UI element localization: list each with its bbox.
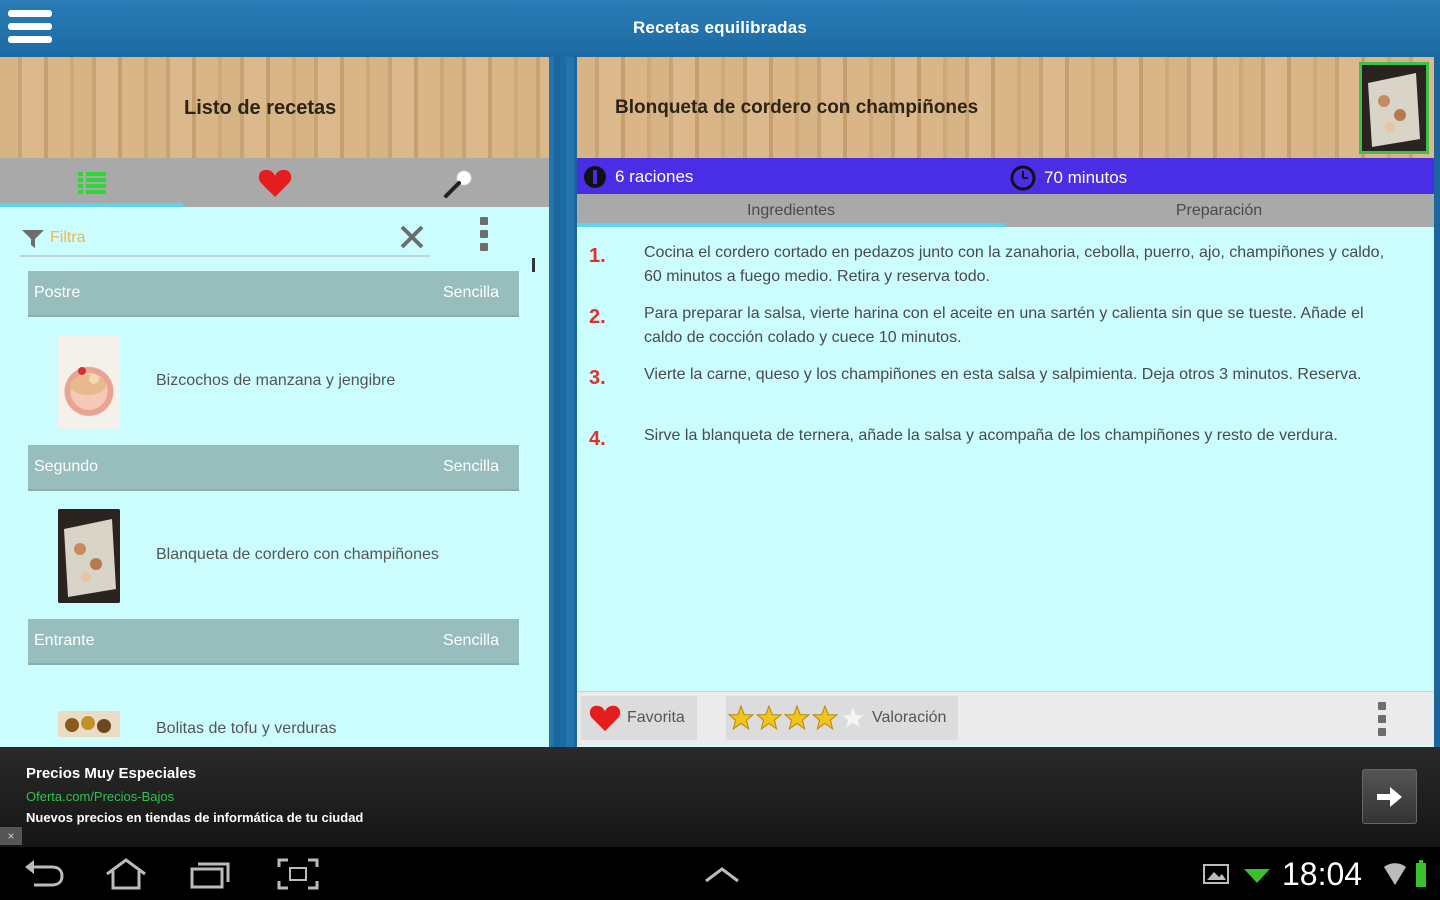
rating-label: Valoración [872, 709, 947, 726]
recipe-thumbnail [58, 711, 120, 737]
step-number: 3. [589, 367, 606, 389]
step-number: 2. [589, 306, 606, 328]
detail-action-bar: Favorita Valoración [577, 691, 1434, 745]
step-item: 2. Para preparar la salsa, vierte harina… [589, 302, 1389, 363]
tab-preparation[interactable]: Preparación [1005, 194, 1433, 227]
heart-icon [258, 169, 291, 197]
recipe-name: Blanqueta de cordero con champiñones [156, 546, 439, 563]
tab-search[interactable] [366, 158, 549, 207]
download-icon [1244, 869, 1270, 883]
ad-close-button[interactable]: × [0, 827, 22, 845]
section-header: Segundo Sencilla [28, 445, 519, 491]
star-icon[interactable] [756, 705, 782, 731]
home-icon[interactable] [104, 857, 148, 891]
step-text: Cocina el cordero cortado en pedazos jun… [644, 244, 1385, 285]
arrow-right-icon [1376, 786, 1402, 807]
recipe-thumbnail [58, 335, 120, 429]
rating-button[interactable]: Valoración [726, 696, 958, 740]
star-icon[interactable] [728, 705, 754, 731]
recipe-title: Blonqueta de cordero con champiñones [615, 97, 979, 118]
section-header: Postre Sencilla [28, 271, 519, 317]
system-nav-bar: 18:04 [0, 847, 1440, 900]
recipe-name: Bolitas de tofu y verduras [156, 720, 337, 737]
list-item[interactable]: Bizcochos de manzana y jengibre [28, 317, 519, 445]
recipe-list-title: Listo de recetas [184, 97, 337, 119]
filter-icon [22, 230, 44, 248]
step-text: Vierte la carne, queso y los champiñones… [644, 366, 1362, 383]
star-icon[interactable] [812, 705, 838, 731]
star-icon[interactable] [784, 705, 810, 731]
section-category: Entrante [34, 632, 95, 649]
servings-info: 6 raciones [583, 165, 693, 189]
battery-icon [1416, 860, 1426, 887]
tab-favorites[interactable] [183, 158, 366, 207]
step-item: 3. Vierte la carne, queso y los champiño… [589, 363, 1389, 424]
servings-text: 6 raciones [615, 167, 694, 186]
step-item: 1. Cocina el cordero cortado en pedazos … [589, 241, 1389, 302]
section-category: Postre [34, 284, 81, 301]
filter-bar [20, 217, 430, 257]
preparation-steps: 1. Cocina el cordero cortado en pedazos … [589, 241, 1389, 485]
overflow-menu-icon[interactable] [476, 217, 492, 257]
recipe-list: Postre Sencilla Bizcochos de manzana y j… [28, 271, 519, 793]
filter-input[interactable] [50, 225, 390, 251]
active-tab-indicator [0, 203, 183, 207]
recipe-list-panel: Listo de recetas Filtra Postre Sencilla … [0, 57, 549, 747]
step-number: 1. [589, 245, 606, 267]
ad-open-button[interactable] [1362, 769, 1417, 824]
favorite-label: Favorita [627, 709, 685, 726]
recipe-name: Bizcochos de manzana y jengibre [156, 372, 396, 389]
clock: 18:04 [1282, 856, 1363, 892]
recipe-photo[interactable] [1359, 62, 1429, 154]
wifi-icon [1384, 863, 1406, 885]
image-notification-icon [1203, 864, 1229, 884]
recipe-info-bar: 6 raciones 70 minutos [577, 158, 1434, 194]
active-tab-indicator [577, 223, 1005, 227]
app-title: Recetas equilibradas [632, 18, 808, 37]
section-difficulty: Sencilla [442, 458, 499, 475]
recent-apps-icon[interactable] [188, 857, 232, 891]
scrollbar[interactable] [532, 258, 535, 272]
clock-icon [1010, 165, 1036, 191]
recipe-detail-panel: Blonqueta de cordero con champiñones 6 r… [577, 57, 1434, 747]
favorite-button[interactable]: Favorita [581, 696, 697, 740]
app-bar: Recetas equilibradas [0, 0, 1440, 57]
close-icon[interactable] [398, 223, 426, 251]
step-number: 4. [589, 428, 606, 450]
step-text: Para preparar la salsa, vierte harina co… [644, 305, 1364, 346]
screenshot-icon[interactable] [276, 857, 320, 891]
ad-title: Precios Muy Especiales [26, 765, 197, 782]
section-header: Entrante Sencilla [28, 619, 519, 665]
section-category: Segundo [34, 458, 99, 475]
list-tab-bar [0, 158, 549, 207]
chevron-up-icon[interactable] [700, 857, 744, 891]
ad-url[interactable]: Oferta.com/Precios-Bajos [26, 789, 174, 804]
recipe-detail-header: Blonqueta de cordero con champiñones [577, 57, 1434, 158]
time-info: 70 minutos [1010, 165, 1127, 191]
ad-banner[interactable]: Precios Muy Especiales Oferta.com/Precio… [0, 747, 1440, 847]
ad-description: Nuevos precios en tiendas de informática… [26, 810, 364, 825]
time-text: 70 minutos [1044, 168, 1128, 187]
recipe-list-header: Listo de recetas [0, 57, 549, 158]
step-text: Sirve la blanqueta de ternera, añade la … [644, 427, 1338, 444]
list-item[interactable]: Blanqueta de cordero con champiñones [28, 491, 519, 619]
section-difficulty: Sencilla [442, 284, 499, 301]
star-icon[interactable] [840, 705, 866, 731]
back-icon[interactable] [22, 857, 66, 891]
heart-icon [589, 705, 621, 732]
list-icon [77, 171, 106, 194]
servings-icon [584, 166, 606, 188]
tab-all-recipes[interactable] [0, 158, 183, 207]
overflow-menu-icon[interactable] [1374, 702, 1390, 742]
rating-stars[interactable] [728, 705, 866, 731]
step-item: 4. Sirve la blanqueta de ternera, añade … [589, 424, 1389, 485]
recipe-thumbnail [58, 509, 120, 603]
section-difficulty: Sencilla [442, 632, 499, 649]
search-icon [443, 170, 471, 198]
